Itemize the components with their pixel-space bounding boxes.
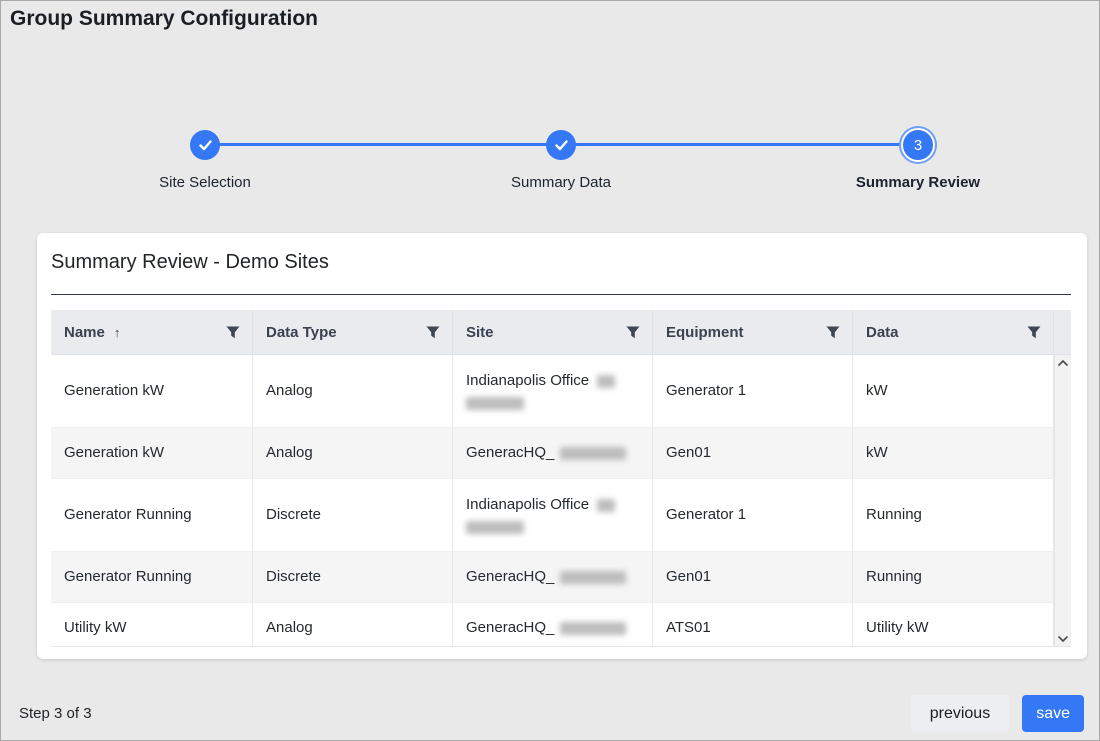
step-summary-review[interactable]: 3 Summary Review — [808, 130, 1028, 191]
filter-icon[interactable] — [426, 326, 440, 339]
cell-equipment: Gen01 — [653, 552, 853, 602]
cell-name: Generation kW — [51, 355, 253, 427]
cell-equipment: Generator 1 — [653, 479, 853, 551]
table-header: Name ↑ Data Type Site Equipment Data — [51, 310, 1071, 355]
filter-icon[interactable] — [826, 326, 840, 339]
cell-site: Indianapolis Office — [453, 355, 653, 427]
column-label: Name — [64, 324, 105, 341]
cell-name: Generator Running — [51, 479, 253, 551]
column-header-data-type[interactable]: Data Type — [253, 310, 453, 354]
table-row[interactable]: Generation kWAnalog Indianapolis Office Ge… — [51, 355, 1054, 428]
cell-equipment: Generator 1 — [653, 355, 853, 427]
cell-site: GeneracHQ_ — [453, 428, 653, 478]
check-icon — [199, 140, 212, 151]
step-circle-active[interactable]: 3 — [903, 130, 933, 160]
cell-data: Running — [853, 552, 1054, 602]
card-title: Summary Review - Demo Sites — [51, 251, 329, 274]
cell-data-type: Discrete — [253, 479, 453, 551]
scroll-down-icon[interactable] — [1058, 636, 1068, 642]
column-label: Data — [866, 324, 899, 341]
column-header-site[interactable]: Site — [453, 310, 653, 354]
step-site-selection[interactable]: Site Selection — [95, 130, 315, 191]
summary-review-card: Summary Review - Demo Sites Name ↑ Data … — [37, 233, 1087, 659]
filter-icon[interactable] — [226, 326, 240, 339]
step-circle-completed[interactable] — [190, 130, 220, 160]
column-label: Data Type — [266, 324, 337, 341]
table-row[interactable]: Generation kWAnalog GeneracHQ_ Gen01kW — [51, 428, 1054, 479]
filter-icon[interactable] — [1027, 326, 1041, 339]
site-text: Indianapolis Office — [466, 496, 589, 513]
site-text: GeneracHQ_ — [466, 444, 554, 461]
footer-step-indicator: Step 3 of 3 — [19, 705, 92, 722]
cell-data-type: Discrete — [253, 552, 453, 602]
column-header-data[interactable]: Data — [853, 310, 1054, 354]
cell-data: Running — [853, 479, 1054, 551]
save-button[interactable]: save — [1022, 695, 1084, 732]
step-summary-data[interactable]: Summary Data — [451, 130, 671, 191]
sort-ascending-icon[interactable]: ↑ — [114, 325, 121, 340]
cell-site: GeneracHQ_ — [453, 552, 653, 602]
footer-buttons: previous save — [911, 695, 1084, 732]
step-circle-completed[interactable] — [546, 130, 576, 160]
column-header-equipment[interactable]: Equipment — [653, 310, 853, 354]
step-number: 3 — [914, 137, 922, 154]
step-label: Summary Data — [451, 174, 671, 191]
redacted-text — [466, 521, 524, 534]
site-text: Indianapolis Office — [466, 372, 589, 389]
filter-icon[interactable] — [626, 326, 640, 339]
previous-button[interactable]: previous — [911, 695, 1009, 732]
cell-data-type: Analog — [253, 355, 453, 427]
table-row[interactable]: Generator RunningDiscrete GeneracHQ_ Gen01… — [51, 552, 1054, 603]
cell-site: Indianapolis Office — [453, 479, 653, 551]
cell-data: Utility kW — [853, 603, 1054, 647]
redacted-text — [597, 499, 615, 512]
cell-data: kW — [853, 355, 1054, 427]
site-text: GeneracHQ_ — [466, 619, 554, 636]
cell-data-type: Analog — [253, 603, 453, 647]
step-label: Summary Review — [808, 174, 1028, 191]
redacted-text — [466, 397, 524, 410]
redacted-text — [560, 571, 626, 584]
redacted-text — [560, 622, 626, 635]
card-divider — [51, 294, 1071, 295]
check-icon — [555, 140, 568, 151]
cell-equipment: Gen01 — [653, 428, 853, 478]
table-body: Generation kWAnalogIndianapolis OfficeGe… — [51, 355, 1071, 647]
column-label: Site — [466, 324, 494, 341]
scroll-up-icon[interactable] — [1058, 360, 1068, 366]
site-text: GeneracHQ_ — [466, 568, 554, 585]
summary-table: Name ↑ Data Type Site Equipment Data — [51, 310, 1071, 647]
cell-site: GeneracHQ_ — [453, 603, 653, 647]
cell-name: Generation kW — [51, 428, 253, 478]
header-spacer — [1054, 310, 1071, 354]
column-header-name[interactable]: Name ↑ — [51, 310, 253, 354]
cell-name: Generator Running — [51, 552, 253, 602]
stepper: Site Selection Summary Data 3 Summary Re… — [1, 1, 1100, 201]
cell-data: kW — [853, 428, 1054, 478]
redacted-text — [560, 447, 626, 460]
cell-equipment: ATS01 — [653, 603, 853, 647]
column-label: Equipment — [666, 324, 744, 341]
redacted-text — [597, 375, 615, 388]
table-row[interactable]: Generator RunningDiscrete Indianapolis Of… — [51, 479, 1054, 552]
vertical-scrollbar[interactable] — [1054, 355, 1071, 647]
table-row[interactable]: Utility kWAnalogGeneracHQ_ATS01Utility k… — [51, 603, 1054, 647]
cell-data-type: Analog — [253, 428, 453, 478]
step-label: Site Selection — [95, 174, 315, 191]
cell-name: Utility kW — [51, 603, 253, 647]
